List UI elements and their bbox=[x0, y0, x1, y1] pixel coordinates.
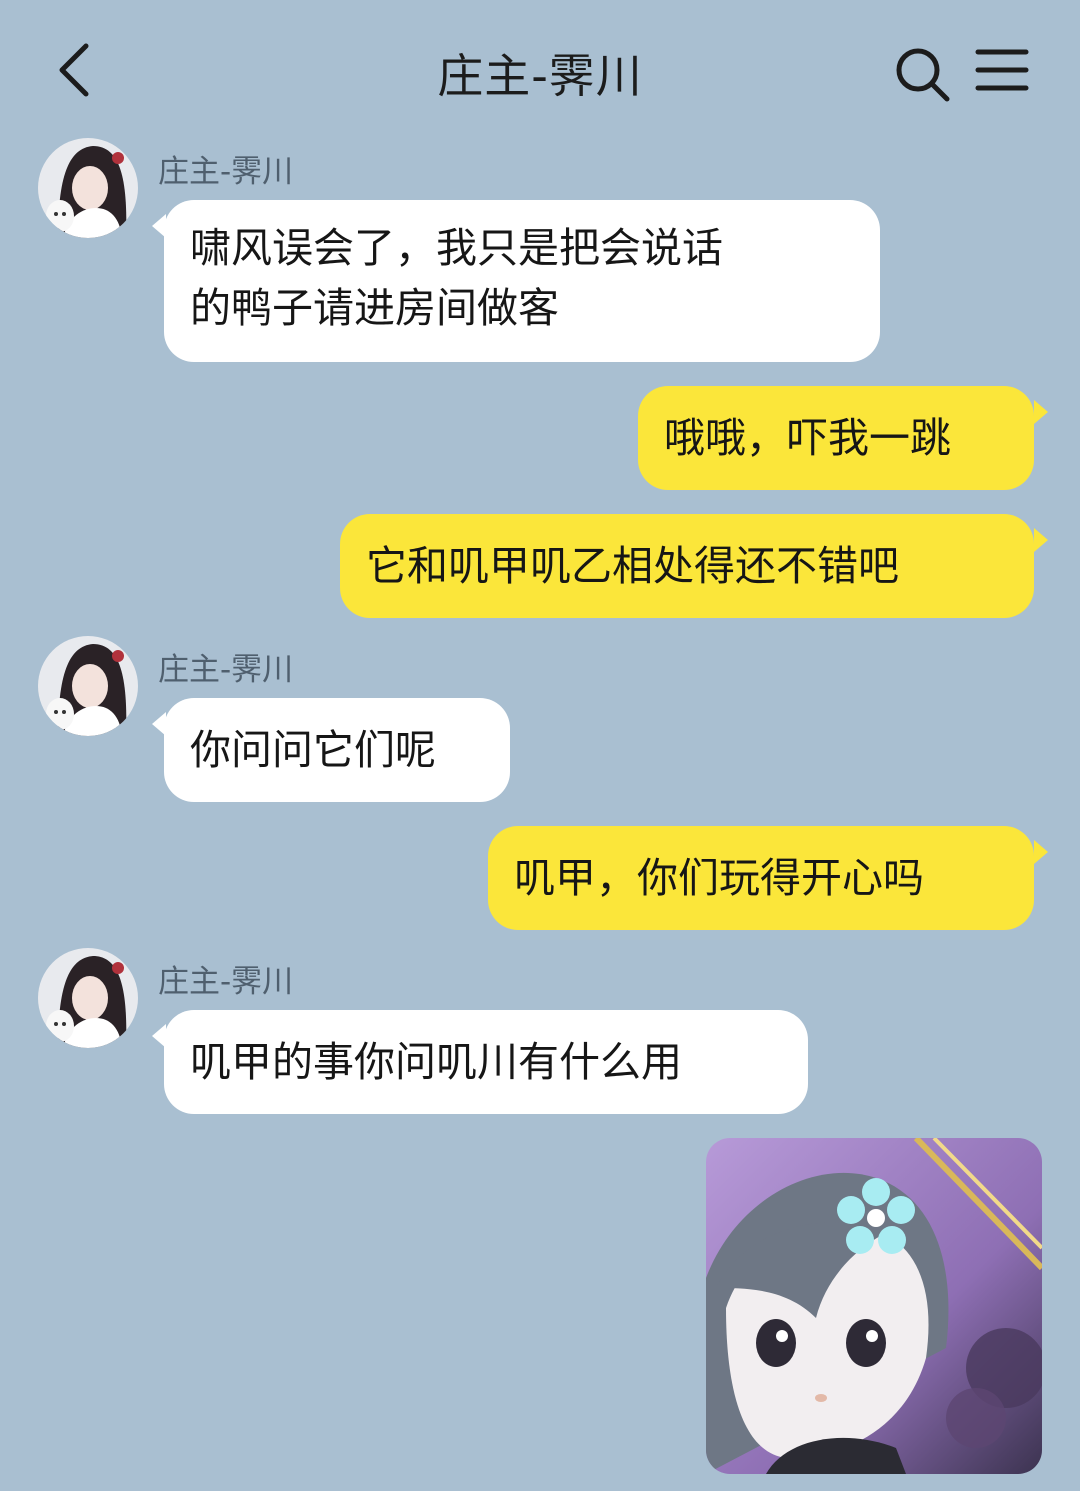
message-text-line: 的鸭子请进房间做客 bbox=[190, 284, 559, 332]
bubble-tail bbox=[1034, 400, 1048, 424]
menu-icon bbox=[975, 49, 1029, 91]
message-text: 哦哦，吓我一跳 bbox=[664, 414, 951, 462]
avatar-portrait-icon bbox=[38, 138, 138, 238]
message-bubble-outgoing[interactable]: 哦哦，吓我一跳 bbox=[638, 386, 1034, 490]
avatar[interactable] bbox=[38, 948, 138, 1048]
message-text: 你问问它们呢 bbox=[190, 726, 436, 774]
message-bubble-incoming[interactable]: 啸风误会了，我只是把会说话 的鸭子请进房间做客 bbox=[164, 200, 880, 362]
bubble-tail bbox=[1034, 840, 1048, 864]
avatar-portrait-icon bbox=[38, 948, 138, 1048]
search-icon bbox=[896, 48, 950, 102]
chat-header: 庄主-霁川 bbox=[0, 0, 1080, 140]
message-text-line: 啸风误会了，我只是把会说话 bbox=[190, 224, 723, 272]
message-bubble-outgoing[interactable]: 它和叽甲叽乙相处得还不错吧 bbox=[340, 514, 1034, 618]
sender-name: 庄主-霁川 bbox=[158, 154, 294, 190]
avatar[interactable] bbox=[38, 138, 138, 238]
menu-button[interactable] bbox=[972, 44, 1032, 100]
avatar-portrait-icon bbox=[38, 636, 138, 736]
message-bubble-incoming[interactable]: 你问问它们呢 bbox=[164, 698, 510, 802]
avatar[interactable] bbox=[38, 636, 138, 736]
bubble-tail bbox=[1034, 528, 1048, 552]
message-bubble-incoming[interactable]: 叽甲的事你问叽川有什么用 bbox=[164, 1010, 808, 1114]
message-text: 它和叽甲叽乙相处得还不错吧 bbox=[366, 542, 899, 590]
sender-name: 庄主-霁川 bbox=[158, 652, 294, 688]
sender-name: 庄主-霁川 bbox=[158, 964, 294, 1000]
message-text: 叽甲，你们玩得开心吗 bbox=[514, 854, 924, 902]
message-bubble-outgoing[interactable]: 叽甲，你们玩得开心吗 bbox=[488, 826, 1034, 930]
search-button[interactable] bbox=[892, 44, 952, 104]
sticker-message[interactable] bbox=[706, 1138, 1042, 1474]
message-text: 叽甲的事你问叽川有什么用 bbox=[190, 1038, 682, 1086]
chibi-character-sticker-icon bbox=[706, 1138, 1042, 1474]
